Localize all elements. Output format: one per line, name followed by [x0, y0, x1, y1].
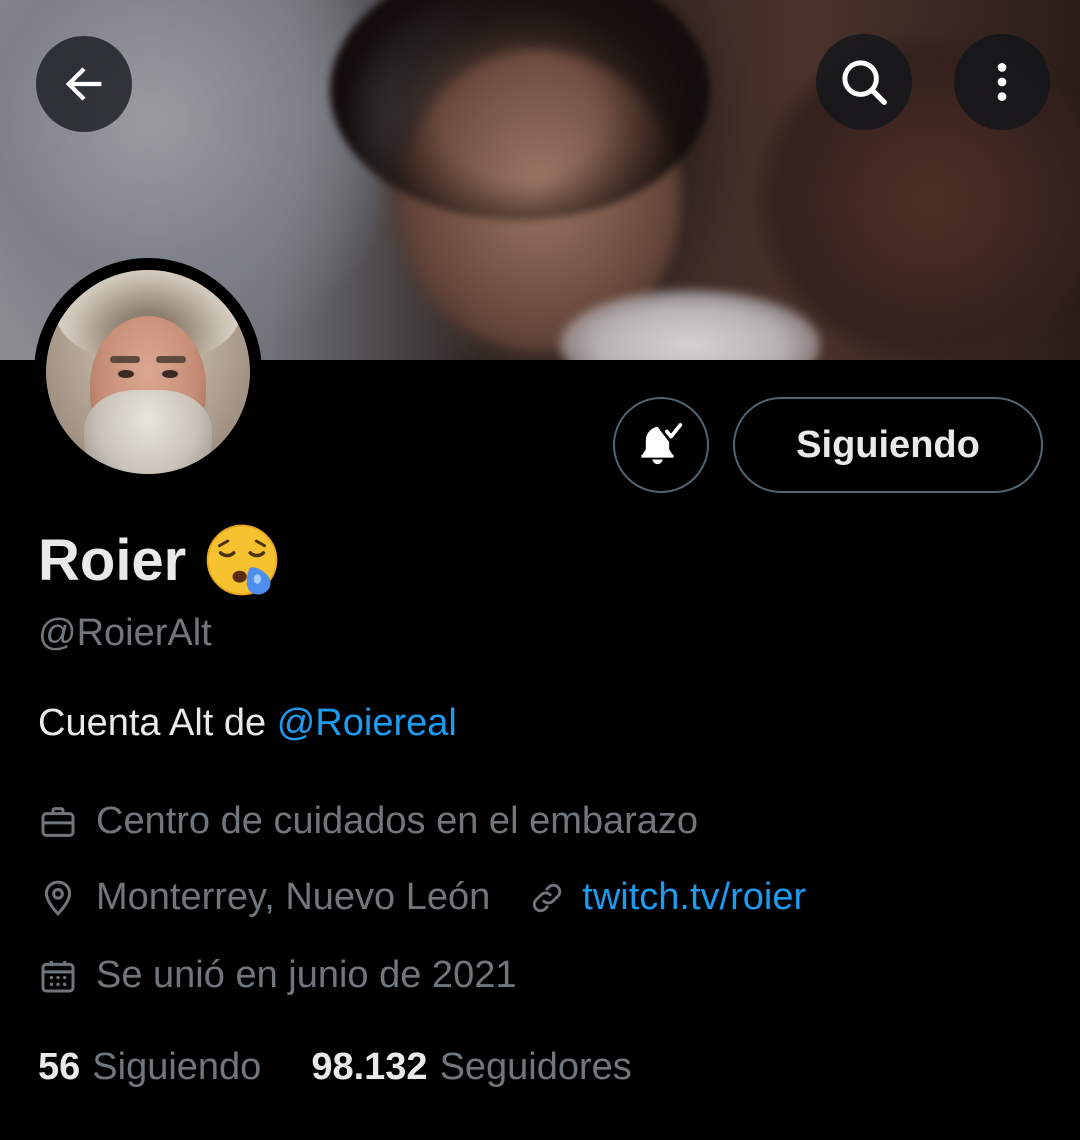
display-name: Roier [38, 527, 187, 593]
arrow-left-icon [65, 67, 102, 101]
bio-text: Cuenta Alt de [38, 702, 277, 744]
briefcase-icon [41, 806, 75, 837]
joined-text: Se unió en junio de 2021 [96, 954, 517, 996]
category-text: Centro de cuidados en el embarazo [96, 800, 699, 842]
profile-joined: Se unió en junio de 2021 [38, 954, 516, 997]
back-button[interactable] [36, 36, 132, 132]
profile-bio: Cuenta Alt de @Roiereal [38, 702, 457, 745]
more-vertical-icon [997, 63, 1007, 101]
location-pin-icon [44, 880, 72, 916]
followers-label: Seguidores [439, 1046, 632, 1088]
following-label: Siguiendo [92, 1046, 262, 1088]
bio-mention-link[interactable]: @Roiereal [277, 702, 457, 744]
profile-avatar[interactable] [34, 258, 262, 486]
following-count: 56 [38, 1046, 81, 1088]
link-icon [533, 883, 562, 912]
profile-page: Siguiendo Roier @RoierAlt Cuenta Alt de … [0, 0, 1080, 1140]
sleepy-face-emoji [206, 524, 278, 596]
website-link[interactable]: twitch.tv/roier [582, 876, 806, 919]
search-icon [842, 60, 887, 105]
profile-link[interactable]: twitch.tv/roier [528, 876, 806, 919]
following-button[interactable]: Siguiendo [733, 397, 1043, 493]
location-text: Monterrey, Nuevo León [96, 876, 491, 918]
followers-count: 98.132 [311, 1046, 428, 1088]
profile-stats: 56 Siguiendo 98.132 Seguidores [38, 1046, 632, 1089]
search-button[interactable] [816, 34, 912, 130]
profile-location-row: Monterrey, Nuevo León twitch.tv/roier [38, 876, 806, 919]
notifications-button[interactable] [613, 397, 709, 493]
avatar-image [46, 270, 250, 474]
more-options-button[interactable] [954, 34, 1050, 130]
display-name-row: Roier [38, 522, 280, 598]
profile-category: Centro de cuidados en el embarazo [38, 800, 698, 843]
profile-handle: @RoierAlt [38, 612, 212, 654]
followers-stat[interactable]: 98.132 Seguidores [311, 1046, 631, 1089]
bell-check-icon [641, 423, 683, 465]
following-stat[interactable]: 56 Siguiendo [38, 1046, 261, 1089]
calendar-icon [41, 960, 75, 992]
